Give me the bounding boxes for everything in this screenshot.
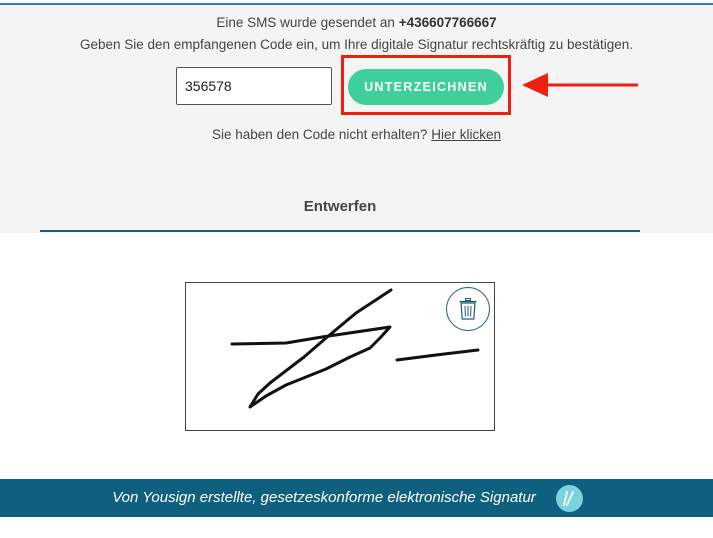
tab-draw-underline [40,230,640,232]
phone-number: +436607766667 [398,15,497,30]
signature-pad[interactable] [185,282,495,431]
tab-draw[interactable]: Entwerfen [40,198,640,215]
resend-prefix: Sie haben den Code nicht erhalten? [212,127,428,142]
clear-signature-button[interactable] [446,287,490,331]
sms-instruction: Geben Sie den empfangenen Code ein, um I… [79,37,634,52]
sms-verification-panel: Eine SMS wurde gesendet an +436607766667… [0,5,713,233]
resend-link[interactable]: Hier klicken [431,127,501,142]
yousign-logo-mark [563,491,574,506]
sms-sent-prefix: Eine SMS wurde gesendet an [216,15,395,30]
yousign-logo-icon [556,485,583,512]
sms-sent-notice: Eine SMS wurde gesendet an +436607766667 [0,15,713,30]
footer-text: Von Yousign erstellte, gesetzeskonforme … [112,489,536,506]
trash-icon [459,298,477,320]
sms-code-input[interactable] [176,67,332,105]
footer-bar: Von Yousign erstellte, gesetzeskonforme … [0,479,713,517]
arrow-left-icon [522,73,638,97]
resend-notice: Sie haben den Code nicht erhalten? Hier … [0,127,713,142]
sign-button[interactable]: UNTERZEICHNEN [348,69,504,105]
